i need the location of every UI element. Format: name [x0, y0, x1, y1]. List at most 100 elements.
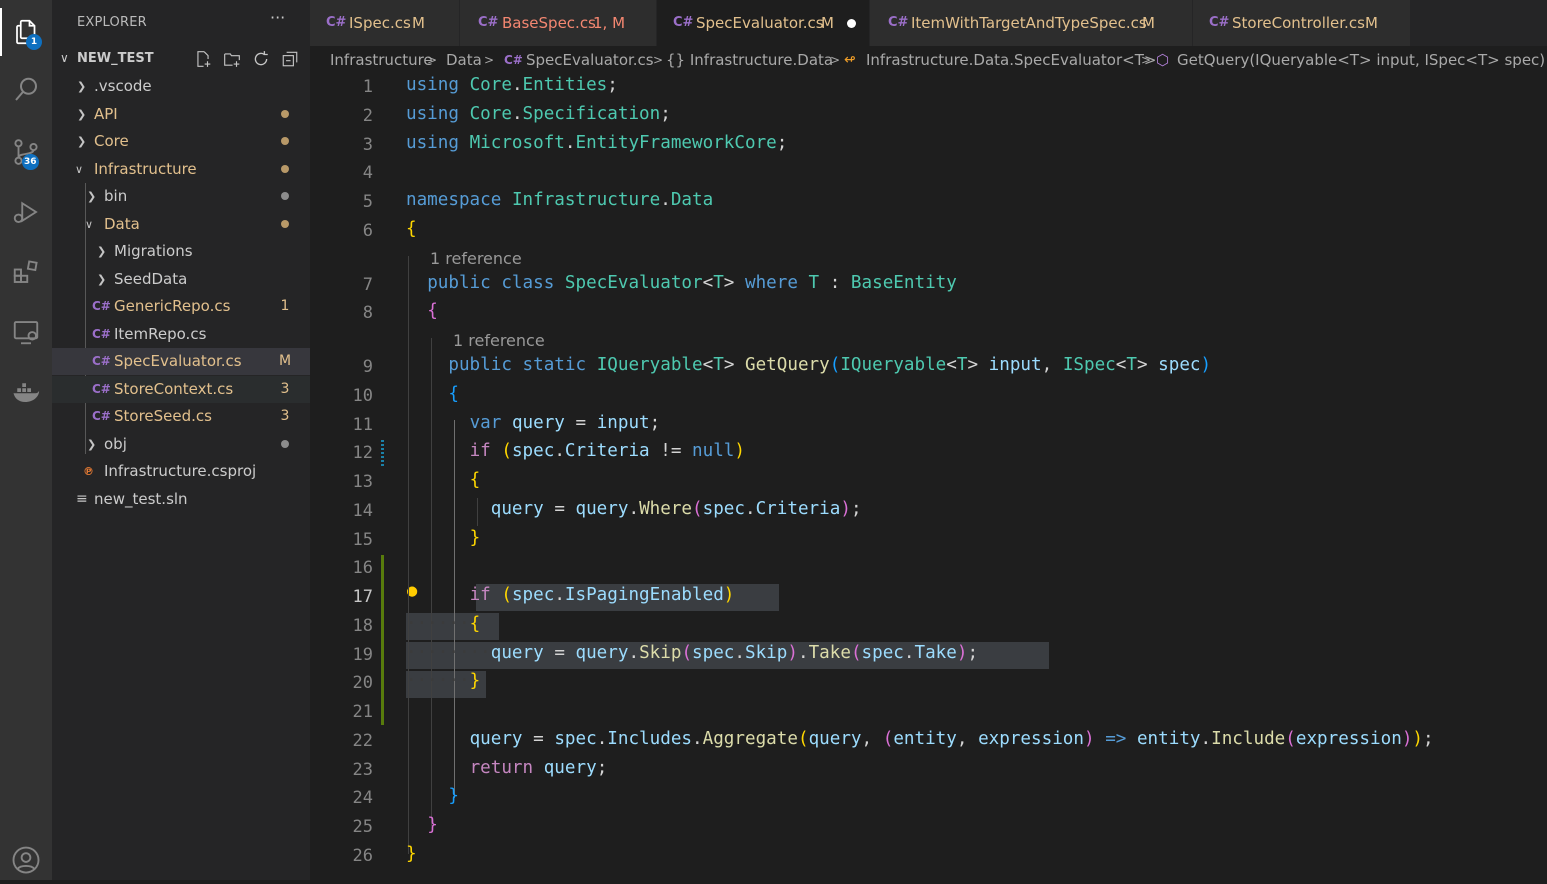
tree-item-obj[interactable]: ❯ obj	[52, 431, 310, 458]
line-number: 4	[362, 163, 373, 183]
tree-item-api[interactable]: ❯ API	[52, 101, 310, 128]
tree-item-specevaluator[interactable]: C# SpecEvaluator.cs M	[52, 348, 310, 375]
code-line[interactable]: if (spec.Criteria != null)	[406, 441, 745, 461]
source-control-icon[interactable]: 36	[0, 128, 52, 176]
code-line[interactable]: ······{	[406, 614, 480, 634]
code-line[interactable]: using Core.Entities;	[406, 75, 618, 95]
code-line[interactable]: ······}	[406, 671, 480, 691]
code-line[interactable]: {	[406, 301, 438, 321]
tree-item-csproj[interactable]: ℗ Infrastructure.csproj	[52, 458, 310, 485]
tree-label: SeedData	[114, 270, 188, 288]
gutter-modified-marker	[381, 440, 384, 467]
code-line[interactable]: using Microsoft.EntityFrameworkCore;	[406, 133, 787, 153]
chevron-down-icon: ∨	[60, 51, 69, 65]
breadcrumb-item[interactable]: GetQuery(IQueryable<T> input, ISpec<T> s…	[1177, 46, 1545, 74]
code-line[interactable]: }	[406, 528, 481, 548]
explorer-icon[interactable]: 1	[0, 8, 52, 56]
tab-basespec[interactable]: C# BaseSpec.cs 1, M	[460, 0, 657, 46]
run-debug-icon[interactable]	[0, 188, 52, 236]
tree-item-storeseed[interactable]: C# StoreSeed.cs 3	[52, 403, 310, 430]
code-line[interactable]: {	[406, 384, 459, 404]
tree-item-migrations[interactable]: ❯ Migrations	[52, 238, 310, 265]
line-number: 1	[362, 77, 373, 97]
tab-ispec[interactable]: C# ISpec.cs M	[310, 0, 460, 46]
tree-label: SpecEvaluator.cs	[114, 352, 242, 370]
code-line[interactable]: {	[406, 219, 417, 239]
tree-item-bin[interactable]: ❯ bin	[52, 183, 310, 210]
breadcrumb-separator: >	[653, 53, 664, 67]
line-number: 9	[362, 357, 373, 377]
chevron-right-icon: ❯	[97, 245, 107, 258]
tree-label: StoreContext.cs	[114, 380, 234, 398]
refresh-icon[interactable]	[250, 48, 271, 69]
extensions-icon[interactable]	[0, 248, 52, 296]
workspace-section[interactable]: ∨ NEW_TEST	[52, 46, 310, 72]
code-editor[interactable]: ● 1 2 3 4 5 6 7 8 9 10 11 12 13 14 15 16…	[310, 74, 1547, 880]
method-icon: ⬡	[1156, 51, 1170, 69]
tree-item-itemrepo[interactable]: C# ItemRepo.cs	[52, 321, 310, 348]
breadcrumb-separator: >	[830, 53, 841, 67]
code-line[interactable]: ········query = query.Skip(spec.Skip).Ta…	[406, 643, 978, 663]
problem-count: 3	[280, 381, 290, 397]
tree-item-vscode[interactable]: ❯ .vscode	[52, 73, 310, 100]
line-number: 11	[352, 415, 373, 435]
problem-count: 1	[280, 298, 290, 314]
chevron-right-icon: ❯	[77, 80, 87, 93]
code-line[interactable]: if (spec.IsPagingEnabled)	[406, 585, 735, 605]
line-number: 18	[352, 616, 373, 636]
explorer-badge: 1	[26, 34, 42, 50]
code-line[interactable]: namespace Infrastructure.Data	[406, 190, 713, 210]
tree-label: StoreSeed.cs	[114, 407, 212, 425]
modified-dot	[277, 156, 293, 183]
modified-dot	[277, 101, 293, 128]
tree-item-sln[interactable]: ≡ new_test.sln	[52, 486, 310, 513]
tab-itemwithtargetandtypespec[interactable]: C# ItemWithTargetAndTypeSpec.cs M	[870, 0, 1193, 46]
breadcrumb-item[interactable]: SpecEvaluator.cs	[526, 46, 654, 74]
code-line[interactable]: }	[406, 844, 417, 864]
code-line[interactable]: query = spec.Includes.Aggregate(query, (…	[406, 729, 1434, 749]
code-line[interactable]: public static IQueryable<T> GetQuery(IQu…	[406, 355, 1211, 375]
line-number: 13	[352, 472, 373, 492]
status-dot	[277, 183, 293, 210]
breadcrumb-item[interactable]: Infrastructure.Data.SpecEvaluator<T>	[866, 46, 1156, 74]
code-line[interactable]: query = query.Where(spec.Criteria);	[406, 499, 862, 519]
new-folder-icon[interactable]	[221, 48, 242, 69]
code-line[interactable]: }	[406, 786, 459, 806]
modified-dot	[277, 211, 293, 238]
breadcrumb-item[interactable]: Data	[446, 46, 482, 74]
more-actions-button[interactable]: ···	[270, 8, 285, 27]
line-number: 8	[362, 303, 373, 323]
tree-item-seeddata[interactable]: ❯ SeedData	[52, 266, 310, 293]
docker-icon[interactable]	[0, 368, 52, 416]
code-line[interactable]: }	[406, 815, 438, 835]
code-line[interactable]: using Core.Specification;	[406, 104, 671, 124]
unsaved-dot-icon[interactable]	[847, 19, 856, 28]
tab-label: ISpec.cs	[349, 14, 411, 32]
code-line[interactable]: {	[406, 470, 481, 490]
new-file-icon[interactable]	[192, 48, 213, 69]
code-line[interactable]: public class SpecEvaluator<T> where T : …	[406, 273, 957, 293]
breadcrumb-item[interactable]: Infrastructure	[330, 46, 433, 74]
code-line[interactable]: return query;	[406, 758, 608, 778]
tab-storecontroller[interactable]: C# StoreController.cs M	[1193, 0, 1411, 46]
collapse-all-icon[interactable]	[279, 48, 300, 69]
tree-item-storecontext[interactable]: C# StoreContext.cs 3	[52, 376, 310, 403]
tree-item-genericrepo[interactable]: C# GenericRepo.cs 1	[52, 293, 310, 320]
breadcrumb-item[interactable]: {} Infrastructure.Data	[666, 46, 833, 74]
tree-item-data[interactable]: ∨ Data	[52, 211, 310, 238]
gutter-added-marker	[381, 555, 384, 725]
code-lens-references[interactable]: 1 reference	[430, 249, 522, 268]
scm-badge: 36	[22, 154, 39, 170]
tab-specevaluator[interactable]: C# SpecEvaluator.cs M	[657, 0, 870, 46]
csharp-file-icon: C#	[92, 409, 111, 423]
tree-item-infrastructure[interactable]: ∨ Infrastructure	[52, 156, 310, 183]
account-icon[interactable]	[0, 836, 52, 884]
tree-item-core[interactable]: ❯ Core	[52, 128, 310, 155]
code-line[interactable]: var query = input;	[406, 413, 661, 433]
tree-label: Core	[94, 132, 129, 150]
remote-explorer-icon[interactable]	[0, 308, 52, 356]
tab-status: M	[412, 14, 425, 32]
line-number: 3	[362, 135, 373, 155]
search-icon[interactable]	[0, 66, 52, 114]
code-lens-references[interactable]: 1 reference	[453, 331, 545, 350]
